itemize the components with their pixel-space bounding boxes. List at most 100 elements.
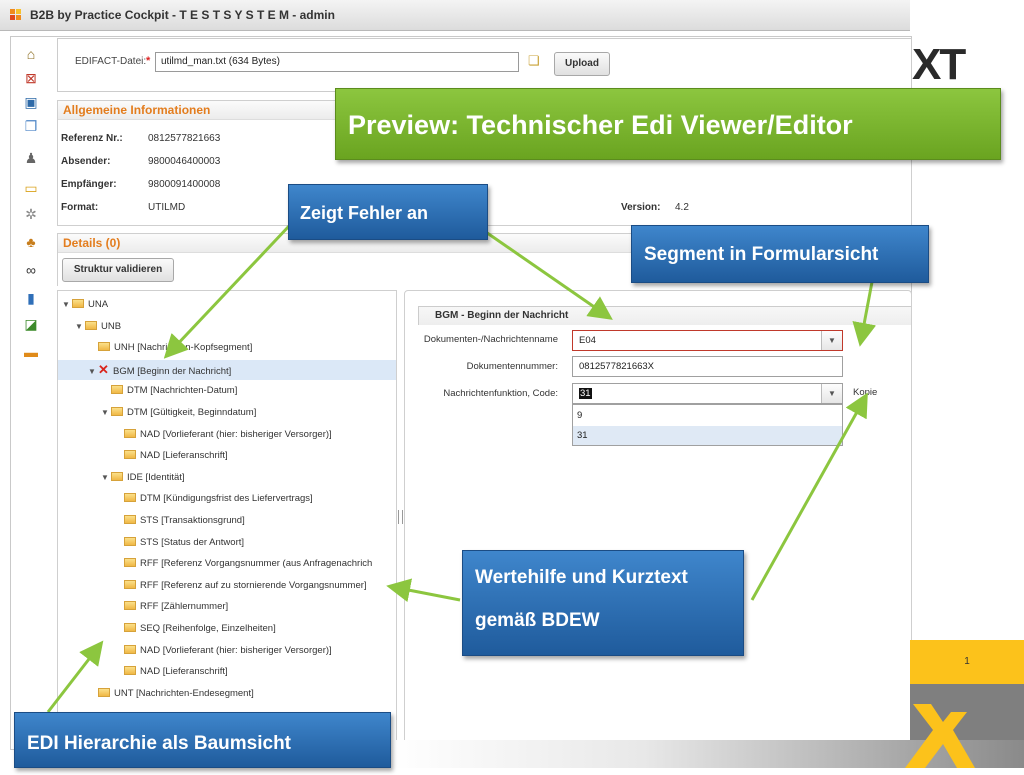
chevron-down-icon[interactable]: ▼ (821, 384, 842, 403)
tree-node[interactable]: STS [Transaktionsgrund] (58, 511, 396, 531)
tree-node-label: SEQ [Reihenfolge, Einzelheiten] (140, 623, 276, 634)
segment-legend: BGM - Beginn der Nachricht (435, 310, 569, 321)
docnumber-input[interactable]: 0812577821663X (572, 356, 843, 377)
tree-node-label: NAD [Lieferanschrift] (140, 666, 228, 678)
tree-node[interactable]: DTM [Nachrichten-Datum] (58, 381, 396, 401)
tree-node-label: DTM [Nachrichten-Datum] (127, 385, 238, 397)
window-title: B2B by Practice Cockpit - T E S T S Y S … (30, 8, 335, 22)
tree-node-inner: DTM [Kündigungsfrist des Liefervertrags] (58, 493, 313, 504)
docname-combo[interactable]: E04 ▼ (572, 330, 843, 351)
dropdown-option[interactable]: 9 (573, 406, 842, 425)
tree-node[interactable]: RFF [Referenz Vorgangsnummer (aus Anfrag… (58, 554, 396, 574)
sender-label: Absender: (61, 156, 111, 167)
chart-icon[interactable]: ⊠ (22, 70, 40, 86)
dropdown-option-selected[interactable]: 31 (573, 426, 842, 445)
edifact-file-label: EDIFACT-Datei: (75, 56, 147, 67)
edifact-file-value: utilmd_man.txt (634 Bytes) (161, 56, 280, 67)
tree-node[interactable]: NAD [Lieferanschrift] (58, 446, 396, 466)
reference-value: 0812577821663 (148, 133, 221, 144)
upload-button[interactable]: Upload (554, 52, 610, 76)
msgfunction-dropdown-list: 9 31 (572, 404, 843, 446)
tree-node[interactable]: NAD [Vorlieferant (hier: bisheriger Vers… (58, 425, 396, 445)
tree-node-inner: NAD [Vorlieferant (hier: bisheriger Vers… (58, 428, 332, 440)
preview-callout: Preview: Technischer Edi Viewer/Editor (335, 88, 1001, 160)
app-logo-icon (10, 9, 22, 21)
tree-node[interactable]: ▼ UNB (58, 317, 396, 337)
edifact-file-input[interactable]: utilmd_man.txt (634 Bytes) (155, 52, 519, 72)
tree-node-inner: STS [Transaktionsgrund] (58, 515, 245, 526)
tree-node[interactable]: UNT [Nachrichten-Endesegment] (58, 684, 396, 704)
card-icon[interactable]: ▬ (22, 344, 40, 360)
lock-icon[interactable]: ▭ (22, 180, 40, 196)
errors-callout: Zeigt Fehler an (288, 184, 488, 240)
tree-node[interactable]: RFF [Zählernummer] (58, 597, 396, 617)
pages-icon[interactable]: ❐ (22, 118, 40, 134)
hierarchy-callout: EDI Hierarchie als Baumsicht (14, 712, 391, 768)
monitor-icon[interactable]: ▣ (22, 94, 40, 110)
tree-toggle-icon[interactable]: ▼ (62, 295, 72, 315)
segment-callout: Segment in Formularsicht (631, 225, 929, 283)
tree-node-label: STS [Status der Antwort] (140, 536, 245, 548)
tree-node-label: UNH [Nachrichten-Kopfsegment] (114, 342, 253, 354)
short-text-label: Kopie (853, 387, 878, 398)
folder-icon (124, 644, 136, 654)
brand-logo: XT (912, 40, 966, 89)
folder-icon (111, 471, 123, 481)
msgfunction-combo[interactable]: 31 ▼ (572, 383, 843, 404)
tree-toggle-icon[interactable]: ▼ (101, 468, 111, 488)
tree-toggle-icon[interactable]: ▼ (101, 403, 111, 423)
folder-icon (72, 299, 84, 308)
docnumber-label: Dokumentennummer: (466, 361, 558, 372)
tree-node[interactable]: ▼ DTM [Gültigkeit, Beginndatum] (58, 403, 396, 423)
folder-icon (98, 687, 110, 697)
tree-node-label: STS [Transaktionsgrund] (140, 515, 245, 526)
page-number: 1 (964, 656, 970, 667)
folder-icon (124, 623, 136, 632)
tree-node[interactable]: UNH [Nachrichten-Kopfsegment] (58, 338, 396, 358)
valuehelp-callout: Wertehilfe und Kurztext gemäß BDEW (462, 550, 744, 656)
tree-node-inner: RFF [Zählernummer] (58, 601, 228, 612)
required-marker: * (146, 55, 151, 67)
bar-chart-icon[interactable]: ▮ (22, 290, 40, 306)
tree-node[interactable]: DTM [Kündigungsfrist des Liefervertrags] (58, 489, 396, 509)
tree-node-inner: ▼ DTM [Gültigkeit, Beginndatum] (58, 407, 256, 418)
tree-node-inner: NAD [Lieferanschrift] (58, 666, 228, 677)
chevron-down-icon[interactable]: ▼ (821, 331, 842, 350)
sidebar: ⌂ ⊠ ▣ ❐ ♟ ▭ ✲ ♣ ∞ ▮ ◪ ▬ (14, 40, 48, 740)
binoculars-icon[interactable]: ∞ (22, 262, 40, 278)
tree-node-label: DTM [Kündigungsfrist des Liefervertrags] (140, 493, 313, 505)
tree-node-inner: NAD [Vorlieferant (hier: bisheriger Vers… (58, 644, 332, 656)
docnumber-value: 0812577821663X (579, 361, 655, 372)
tree-node[interactable]: STS [Status der Antwort] (58, 533, 396, 553)
user-warning-icon[interactable]: ♟ (22, 150, 40, 166)
tree-node[interactable]: ▼ UNA (58, 295, 396, 315)
tree-node[interactable]: ▼ IDE [Identität] (58, 468, 396, 488)
folder-icon (124, 666, 136, 676)
tree-node-inner: ▼ UNB (58, 320, 121, 332)
folder-icon (124, 493, 136, 503)
chart-edit-icon[interactable]: ◪ (22, 316, 40, 332)
tree-node[interactable]: NAD [Vorlieferant (hier: bisheriger Vers… (58, 641, 396, 661)
tree-node-label: NAD [Lieferanschrift] (140, 450, 228, 462)
validate-structure-button[interactable]: Struktur validieren (62, 258, 174, 282)
browse-folder-icon[interactable]: ❏ (528, 53, 544, 68)
splitter-handle[interactable] (398, 510, 403, 524)
tree-toggle-icon[interactable]: ▼ (75, 317, 85, 337)
reference-label: Referenz Nr.: (61, 133, 123, 144)
gear-icon[interactable]: ✲ (22, 206, 40, 222)
version-label: Version: (621, 202, 661, 213)
docname-label: Dokumenten-/Nachrichtenname (423, 334, 558, 345)
tree-node-label: UNA (88, 299, 109, 310)
msgfunction-label: Nachrichtenfunktion, Code: (443, 388, 558, 399)
edi-tree: ▼ UNA ▼ UNB UNH [Nachrichten-Kopfsegment] ▼ ✕ B… (57, 290, 397, 742)
home-icon[interactable]: ⌂ (22, 46, 40, 62)
tree-node-label: IDE [Identität] (127, 471, 185, 483)
tree-node[interactable]: ▼ ✕ BGM [Beginn der Nachricht] (58, 359, 396, 382)
tree-node[interactable]: NAD [Lieferanschrift] (58, 662, 396, 682)
users-icon[interactable]: ♣ (22, 234, 40, 250)
tree-node[interactable]: SEQ [Reihenfolge, Einzelheiten] (58, 619, 396, 639)
tree-node[interactable]: RFF [Referenz auf zu stornierende Vorgan… (58, 576, 396, 596)
tree-node-label: DTM [Gültigkeit, Beginndatum] (127, 407, 257, 418)
page-number-band: 1 (910, 640, 1024, 684)
tree-toggle-icon[interactable]: ▼ (88, 362, 98, 382)
